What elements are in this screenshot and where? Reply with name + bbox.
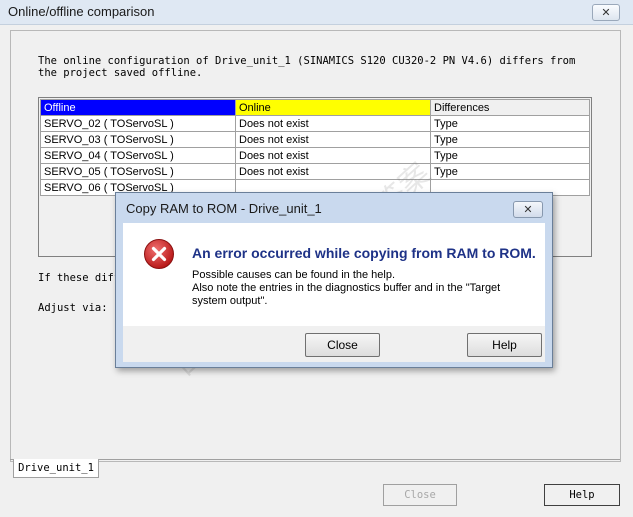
comparison-description: The online configuration of Drive_unit_1… [38,55,576,79]
column-header-online[interactable]: Online [235,99,431,116]
cell-differences: Type [430,163,590,180]
cell-offline: SERVO_04 ( TOServoSL ) [40,147,236,164]
cell-online: Does not exist [235,131,431,148]
close-button-label: Close [404,489,436,501]
error-headline: An error occurred while copying from RAM… [192,245,536,261]
dialog-help-button[interactable]: Help [467,333,542,357]
comparison-table: Offline Online Differences SERVO_02 ( TO… [40,99,590,196]
error-icon [144,239,174,269]
dialog-close-button[interactable]: ✕ [513,201,543,218]
dialog-footer: Close Help [123,326,545,362]
error-dialog: Copy RAM to ROM - Drive_unit_1 ✕ An erro… [115,192,553,368]
close-button-disabled: Close [383,484,457,506]
table-row[interactable]: SERVO_04 ( TOServoSL ) Does not exist Ty… [40,147,590,164]
help-button[interactable]: Help [544,484,620,506]
error-detail-2: Also note the entries in the diagnostics… [192,282,501,307]
table-row[interactable]: SERVO_02 ( TOServoSL ) Does not exist Ty… [40,115,590,132]
dialog-body: An error occurred while copying from RAM… [123,223,545,326]
help-button-label: Help [569,489,595,501]
window-titlebar: Online/offline comparison ✕ [0,0,633,25]
close-icon: ✕ [523,204,533,216]
cell-online: Does not exist [235,163,431,180]
table-row[interactable]: SERVO_03 ( TOServoSL ) Does not exist Ty… [40,131,590,148]
cell-online: Does not exist [235,115,431,132]
cell-differences: Type [430,147,590,164]
close-icon: ✕ [601,7,611,19]
differences-note: If these diff [38,272,121,284]
tab-label: Drive_unit_1 [18,462,94,474]
column-header-differences[interactable]: Differences [430,99,590,116]
error-detail-1: Possible causes can be found in the help… [192,269,396,281]
dialog-help-label: Help [492,338,517,352]
cell-differences: Type [430,131,590,148]
tab-strip-line [10,459,620,460]
cell-online: Does not exist [235,147,431,164]
window-close-button[interactable]: ✕ [592,4,620,21]
table-header-row: Offline Online Differences [40,99,590,116]
dialog-close-action-button[interactable]: Close [305,333,380,357]
adjust-via-label: Adjust via: [38,302,108,314]
dialog-title: Copy RAM to ROM - Drive_unit_1 [126,201,322,216]
dialog-close-label: Close [327,338,358,352]
column-header-offline[interactable]: Offline [40,99,236,116]
cell-offline: SERVO_03 ( TOServoSL ) [40,131,236,148]
window-title: Online/offline comparison [8,4,155,19]
cell-differences: Type [430,115,590,132]
tab-drive-unit[interactable]: Drive_unit_1 [13,459,99,478]
table-row[interactable]: SERVO_05 ( TOServoSL ) Does not exist Ty… [40,163,590,180]
cell-offline: SERVO_05 ( TOServoSL ) [40,163,236,180]
cell-offline: SERVO_02 ( TOServoSL ) [40,115,236,132]
